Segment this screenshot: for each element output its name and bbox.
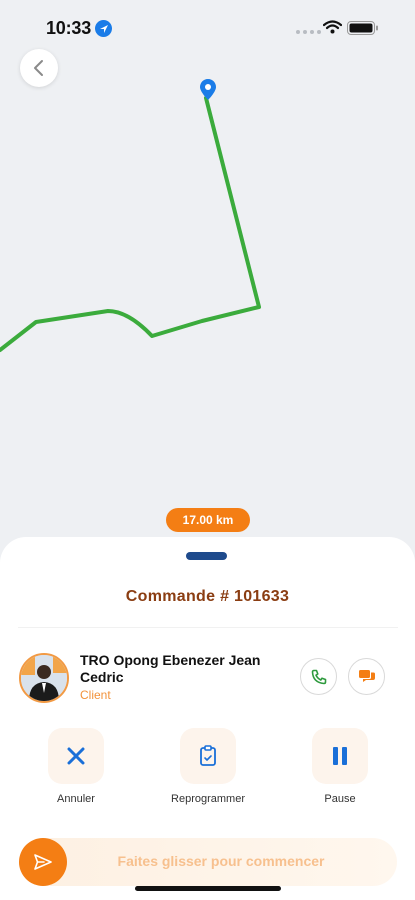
send-icon [34,854,52,870]
reschedule-button[interactable] [180,728,236,784]
swipe-to-start-slider[interactable]: Faites glisser pour commencer [19,838,397,886]
chevron-left-icon [34,60,43,76]
swipe-to-start-label: Faites glisser pour commencer [117,853,325,869]
call-button[interactable] [300,658,337,695]
cancel-action[interactable]: Annuler [21,728,131,805]
chat-bubbles-icon [358,669,375,682]
reschedule-label: Reprogrammer [171,793,245,805]
client-name: TRO Opong Ebenezer Jean Cedric [80,652,261,685]
divider [18,627,398,628]
home-indicator [135,886,281,891]
back-button[interactable] [20,49,58,87]
map-view[interactable] [0,0,415,560]
status-bar: 10:33 [0,0,415,50]
pause-action[interactable]: Pause [285,728,395,805]
route-map [0,79,261,352]
cancel-button[interactable] [48,728,104,784]
destination-pin-icon [200,79,216,100]
wifi-icon [323,20,342,34]
client-role: Client [80,688,111,702]
close-icon [67,747,85,765]
route-line [0,96,261,352]
location-arrow-icon [95,20,112,37]
clipboard-icon [200,745,216,766]
order-bottom-sheet: Commande # 101633 TRO Opong Ebenezer Jea… [0,537,415,900]
battery-icon [347,21,378,35]
signal-dots-icon [296,30,321,34]
reschedule-action[interactable]: Reprogrammer [153,728,263,805]
status-time: 10:33 [46,18,92,38]
cancel-label: Annuler [57,793,95,805]
sheet-drag-handle[interactable] [186,552,227,560]
order-title: Commande # 101633 [125,588,290,605]
slider-knob[interactable] [19,838,67,886]
phone-icon [311,669,326,684]
pause-icon [333,747,347,765]
pause-button[interactable] [312,728,368,784]
distance-badge: 17.00 km [166,508,250,532]
client-avatar [19,653,69,703]
pause-label: Pause [324,793,356,805]
chat-button[interactable] [348,658,385,695]
